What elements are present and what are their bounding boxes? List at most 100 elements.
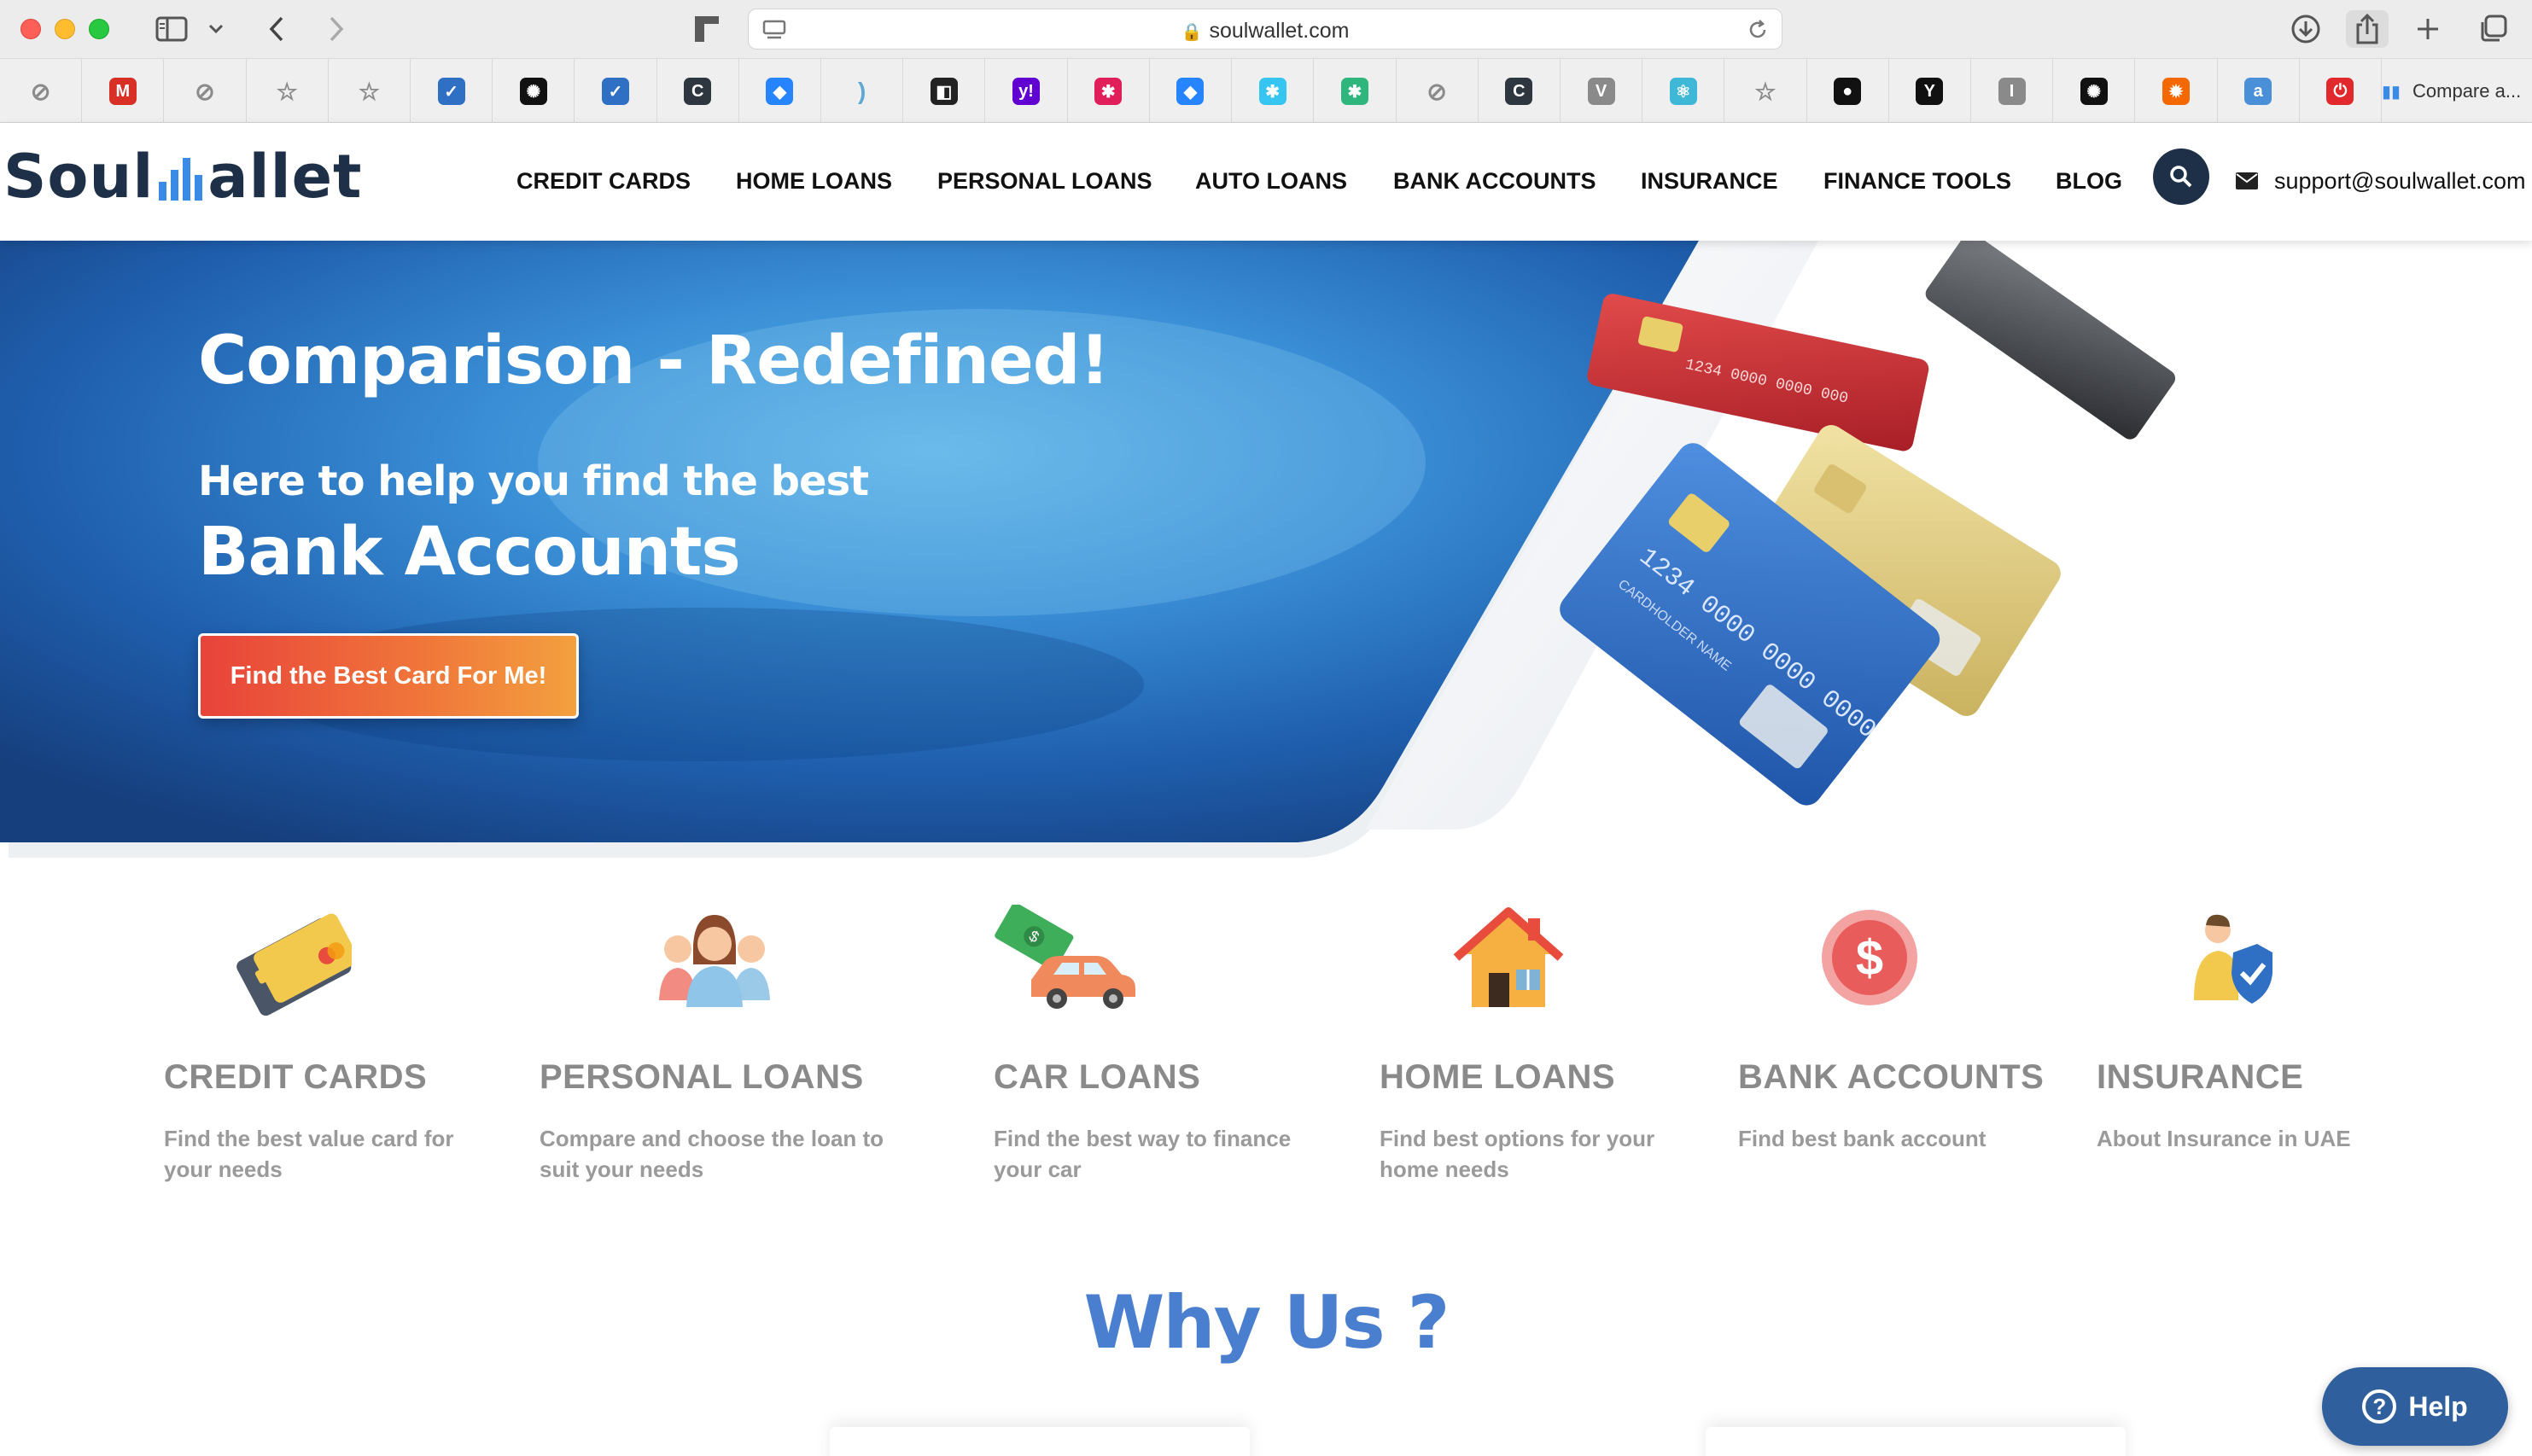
- star-icon: ☆: [358, 78, 380, 105]
- feature-title: PERSONAL LOANS: [540, 1058, 864, 1096]
- address-bar[interactable]: 🔒 soulwallet.com: [748, 9, 1782, 50]
- bookmark-i-app[interactable]: I: [1971, 59, 2054, 124]
- feature-title: HOME LOANS: [1380, 1058, 1616, 1096]
- car-money-icon: $: [995, 905, 1135, 1009]
- forward-icon[interactable]: [319, 10, 353, 48]
- sidebar-toggle-icon[interactable]: [152, 10, 191, 48]
- nav-finance-tools[interactable]: FINANCE TOOLS: [1823, 162, 2011, 200]
- bookmark-yahoo[interactable]: y!: [985, 59, 1068, 124]
- bookmark-openai[interactable]: ✺: [493, 59, 575, 124]
- bookmark-gmail[interactable]: M: [82, 59, 165, 124]
- nav-blog[interactable]: BLOG: [2056, 162, 2122, 200]
- bookmark-safari-compass[interactable]: ⊘: [164, 59, 247, 124]
- bookmark-slack[interactable]: ✱: [1232, 59, 1315, 124]
- i-app-icon: I: [1998, 78, 2026, 105]
- nav-home-loans[interactable]: HOME LOANS: [736, 162, 892, 200]
- bar-chart-icon: ▮▮: [2382, 82, 2401, 102]
- back-icon[interactable]: [260, 10, 294, 48]
- bookmark-arc[interactable]: ): [821, 59, 904, 124]
- why-us-heading: Why Us ?: [1083, 1280, 1450, 1366]
- reader-extension-icon[interactable]: [688, 10, 726, 48]
- bookmark-refresh-app[interactable]: C: [657, 59, 739, 124]
- gmail-icon: M: [108, 78, 137, 105]
- bookmark-aster[interactable]: a: [2218, 59, 2300, 124]
- envelope-icon: [2235, 172, 2274, 190]
- bookmark-github[interactable]: ●: [1807, 59, 1889, 124]
- minimize-window-button[interactable]: [55, 19, 75, 39]
- feature-title: CREDIT CARDS: [164, 1058, 428, 1096]
- bookmark-grafana[interactable]: ✹: [2135, 59, 2218, 124]
- star-icon: ☆: [276, 78, 298, 105]
- zoom-window-button[interactable]: [89, 19, 109, 39]
- jira-icon: ◆: [766, 78, 794, 105]
- react-icon: ⚛: [1669, 78, 1697, 105]
- bookmark-star[interactable]: ☆: [1724, 59, 1807, 124]
- nav-auto-loans[interactable]: AUTO LOANS: [1195, 162, 1347, 200]
- checkbox-app-icon: ✓: [602, 78, 630, 105]
- bookmark-notion[interactable]: ◧: [903, 59, 986, 124]
- bookmark-v-app[interactable]: V: [1561, 59, 1643, 124]
- support-email-link[interactable]: support@soulwallet.com: [2235, 162, 2526, 200]
- insurance-shield-icon: [2194, 914, 2272, 1004]
- feature-description: Find best bank account: [1738, 1126, 1987, 1151]
- close-window-button[interactable]: [20, 19, 41, 39]
- tab-overview-icon[interactable]: [2474, 10, 2512, 48]
- feature-description: Find best options for your home needs: [1380, 1126, 1655, 1182]
- aster-icon: a: [2244, 78, 2272, 105]
- soulwallet-logo[interactable]: Soul allet: [3, 142, 363, 212]
- slack-icon: ✱: [1258, 78, 1286, 105]
- refresh-app-icon: C: [684, 78, 712, 105]
- help-widget-button[interactable]: ? Help: [2322, 1367, 2508, 1446]
- site-header: Soul allet CREDIT CARDS HOME LOANS PERSO…: [0, 123, 2532, 241]
- nav-bank-accounts[interactable]: BANK ACCOUNTS: [1393, 162, 1596, 200]
- safari-compass-icon: ⊘: [30, 78, 51, 105]
- why-us-card: [1706, 1427, 2126, 1456]
- bookmark-jira[interactable]: ◆: [739, 59, 822, 124]
- bookmark-slack[interactable]: ✱: [1068, 59, 1150, 124]
- bookmark-checkbox-app[interactable]: ✓: [575, 59, 657, 124]
- bookmark-ycombinator[interactable]: Y: [1889, 59, 1971, 124]
- feature-description: Compare and choose the loan to suit your…: [540, 1126, 884, 1182]
- lock-icon: 🔒: [1181, 23, 1203, 42]
- site-search-button[interactable]: [2153, 149, 2209, 205]
- openai-icon: ✺: [2080, 78, 2108, 105]
- new-tab-icon[interactable]: [2411, 10, 2445, 48]
- nav-credit-cards[interactable]: CREDIT CARDS: [516, 162, 691, 200]
- nav-insurance[interactable]: INSURANCE: [1641, 162, 1778, 200]
- find-best-card-button[interactable]: Find the Best Card For Me!: [198, 633, 579, 719]
- feature-description: Find the best value card for your needs: [164, 1126, 454, 1182]
- hero-section: 1234 0000 0000 000 1234 0000 0000 0000 C…: [0, 241, 2532, 874]
- slack-icon: ✱: [1094, 78, 1123, 105]
- notion-icon: ◧: [930, 78, 958, 105]
- nav-personal-loans[interactable]: PERSONAL LOANS: [937, 162, 1152, 200]
- svg-text:$: $: [1856, 930, 1883, 986]
- bookmark-refresh-app[interactable]: C: [1479, 59, 1561, 124]
- hero-title: Comparison - Redefined!: [198, 323, 1110, 399]
- hero-subtitle: Here to help you find the best: [198, 457, 869, 505]
- bookmark-react[interactable]: ⚛: [1642, 59, 1725, 124]
- bookmark-checkbox-app[interactable]: ✓: [411, 59, 493, 124]
- bookmark-compare[interactable]: ▮▮ Compare a...: [2382, 59, 2521, 124]
- openai-icon: ✺: [519, 78, 547, 105]
- slack-icon: ✱: [1340, 78, 1368, 105]
- bookmark-star[interactable]: ☆: [247, 59, 329, 124]
- downloads-icon[interactable]: [2286, 10, 2325, 48]
- arc-icon: ): [857, 78, 866, 104]
- bookmark-safari-compass[interactable]: ⊘: [1397, 59, 1479, 124]
- refresh-app-icon: C: [1505, 78, 1533, 105]
- dollar-coin-icon: $: [1822, 910, 1917, 1005]
- bookmark-power-app[interactable]: ⏻: [2300, 59, 2382, 124]
- chevron-down-icon[interactable]: [203, 10, 229, 48]
- browser-titlebar: 🔒 soulwallet.com: [0, 0, 2532, 58]
- bookmark-star[interactable]: ☆: [329, 59, 411, 124]
- bookmark-jira[interactable]: ◆: [1150, 59, 1233, 124]
- github-icon: ●: [1834, 78, 1862, 105]
- reload-icon[interactable]: [1746, 18, 1770, 46]
- jira-icon: ◆: [1176, 78, 1205, 105]
- bookmark-safari-compass[interactable]: ⊘: [0, 59, 83, 124]
- feature-description: Find the best way to finance your car: [994, 1126, 1292, 1182]
- safari-compass-icon: ⊘: [195, 78, 215, 105]
- share-icon[interactable]: [2346, 10, 2389, 48]
- bookmark-openai[interactable]: ✺: [2053, 59, 2136, 124]
- bookmark-slack[interactable]: ✱: [1314, 59, 1397, 124]
